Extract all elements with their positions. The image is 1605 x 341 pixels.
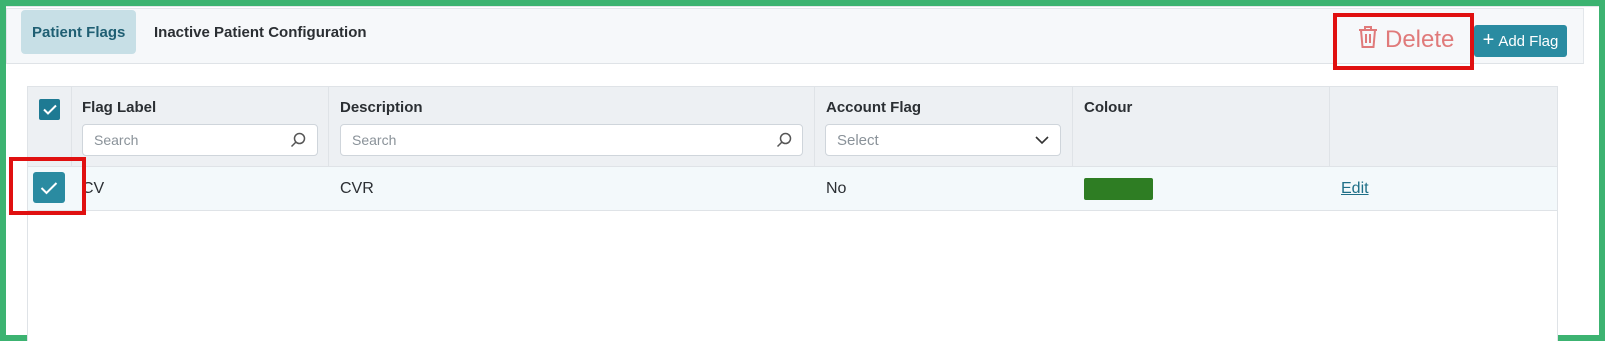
flags-table: Flag Label Description Account Flag Sele… <box>27 86 1558 341</box>
edit-link[interactable]: Edit <box>1341 180 1369 198</box>
check-icon <box>40 181 58 194</box>
account-flag-cell: No <box>826 180 847 197</box>
delete-label: Delete <box>1385 26 1455 53</box>
row-select-checkbox[interactable] <box>33 172 65 203</box>
account-flag-select[interactable]: Select <box>825 124 1061 156</box>
description-search-input[interactable] <box>340 124 803 156</box>
delete-button[interactable]: Delete <box>1357 20 1454 60</box>
column-header-colour[interactable]: Colour <box>1084 99 1132 116</box>
colour-swatch <box>1084 178 1153 200</box>
plus-icon: + <box>1482 29 1495 51</box>
description-cell: CVR <box>340 180 374 197</box>
column-header-description[interactable]: Description <box>340 99 423 116</box>
trash-icon <box>1357 25 1379 56</box>
table-row[interactable]: CV CVR No Edit <box>28 167 1557 211</box>
check-icon <box>42 104 57 115</box>
column-header-account-flag[interactable]: Account Flag <box>826 99 921 116</box>
account-flag-select-value: Select <box>837 131 879 149</box>
table-header: Flag Label Description Account Flag Sele… <box>28 87 1557 167</box>
tab-inactive-patient-configuration[interactable]: Inactive Patient Configuration <box>143 10 378 54</box>
tab-patient-flags[interactable]: Patient Flags <box>21 10 137 54</box>
select-all-checkbox[interactable] <box>39 99 60 120</box>
add-flag-button[interactable]: + Add Flag <box>1474 25 1567 57</box>
column-header-flag-label[interactable]: Flag Label <box>82 99 156 116</box>
search-icon <box>290 132 306 148</box>
chevron-down-icon <box>1035 136 1049 145</box>
search-icon <box>776 132 792 148</box>
add-flag-label: Add Flag <box>1498 32 1559 50</box>
flag-label-search-input[interactable] <box>82 124 318 156</box>
